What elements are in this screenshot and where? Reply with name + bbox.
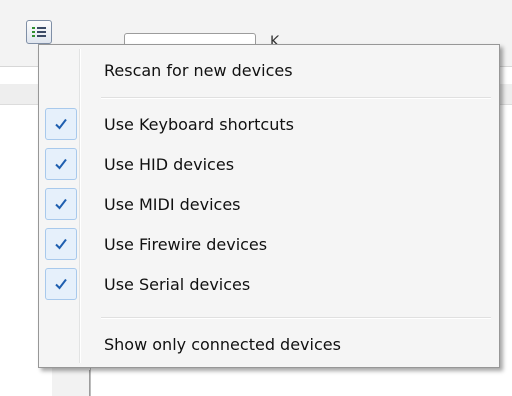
context-menu: Rescan for new devices Use Keyboard shor… — [38, 44, 500, 368]
menu-item-label: Use MIDI devices — [104, 195, 241, 214]
checkmark-icon — [45, 228, 77, 260]
menu-item-label: Use HID devices — [104, 155, 235, 174]
menu-item-label: Use Keyboard shortcuts — [104, 115, 294, 134]
menu-item-midi[interactable]: Use MIDI devices — [42, 185, 496, 225]
checkmark-icon — [45, 148, 77, 180]
checkmark-icon — [45, 268, 77, 300]
checkmark-icon — [45, 188, 77, 220]
menu-item-label: Rescan for new devices — [104, 61, 293, 80]
checkmark-icon — [45, 108, 77, 140]
menu-item-rescan[interactable]: Rescan for new devices — [42, 51, 496, 91]
column-divider — [89, 370, 90, 396]
menu-item-keyboard[interactable]: Use Keyboard shortcuts — [42, 105, 496, 145]
menu-item-label: Show only connected devices — [104, 335, 341, 354]
menu-item-show-connected[interactable]: Show only connected devices — [42, 325, 496, 365]
menu-item-label: Use Firewire devices — [104, 235, 268, 254]
menu-item-serial[interactable]: Use Serial devices — [42, 265, 496, 305]
menu-item-firewire[interactable]: Use Firewire devices — [42, 225, 496, 265]
list-menu-icon[interactable] — [26, 20, 52, 44]
menu-item-label: Use Serial devices — [104, 275, 251, 294]
menu-item-hid[interactable]: Use HID devices — [42, 145, 496, 185]
